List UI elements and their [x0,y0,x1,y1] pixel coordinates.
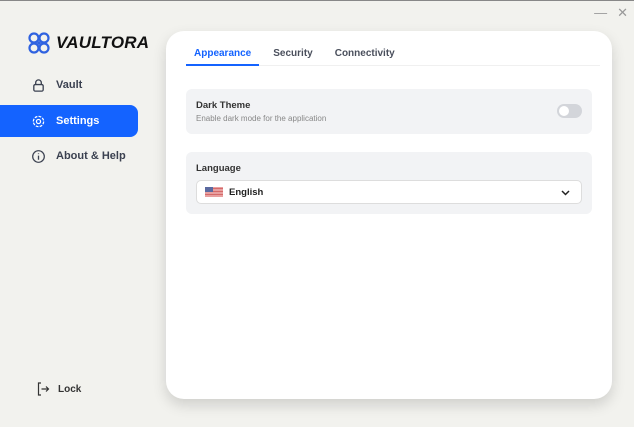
language-value: English [229,186,264,198]
dark-theme-title: Dark Theme [196,100,251,111]
tab-security[interactable]: Security [265,47,320,66]
sidebar-item-label: Vault [56,79,83,91]
window-controls: — ✕ [594,5,628,21]
dark-theme-panel: Dark Theme Enable dark mode for the appl… [186,89,592,134]
language-label: Language [196,163,241,174]
sidebar-item-settings[interactable]: Settings [0,105,138,137]
dark-theme-description: Enable dark mode for the application [196,114,327,123]
lock-label: Lock [58,383,82,395]
tab-appearance[interactable]: Appearance [186,47,260,66]
chevron-down-icon [561,190,570,196]
sidebar-item-label: About & Help [56,150,126,162]
info-icon [32,149,45,163]
lock-icon [33,78,44,92]
language-panel: Language English [186,152,592,214]
close-button[interactable]: ✕ [617,5,628,21]
sidebar-item-vault[interactable]: Vault [0,69,138,101]
settings-card: Appearance Security Connectivity Dark Th… [166,31,612,399]
gear-icon [32,115,45,127]
sidebar-item-label: Settings [56,115,100,127]
brand-name: VAULTORA [56,33,150,52]
sidebar-item-about[interactable]: About & Help [0,140,138,172]
logo-icon [28,32,50,54]
dark-theme-toggle[interactable] [557,104,582,118]
tab-bar: Appearance Security Connectivity [186,47,600,66]
language-select[interactable]: English [196,180,582,204]
logo: VAULTORA [28,32,149,54]
lock-button[interactable]: Lock [37,382,81,396]
logout-icon [37,382,50,396]
us-flag-icon [205,187,223,197]
tab-connectivity[interactable]: Connectivity [327,47,403,66]
minimize-button[interactable]: — [594,5,607,21]
